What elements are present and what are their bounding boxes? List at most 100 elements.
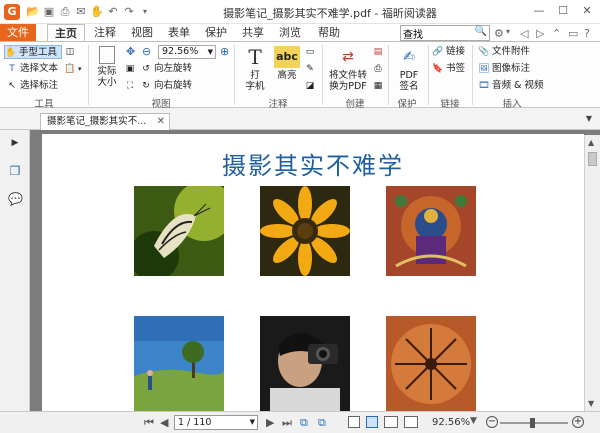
clipboard-pdf-icon[interactable]: ▦ xyxy=(372,79,386,93)
select-text-button[interactable]: T 选择文本 xyxy=(6,62,58,76)
image-annotation-button[interactable]: 🖼 图像标注 xyxy=(478,62,530,76)
convert-to-pdf-button[interactable]: ⇄ 将文件转 换为PDF xyxy=(326,46,370,92)
pan-icon[interactable]: ✥ xyxy=(126,45,135,58)
pencil-icon[interactable]: ✎ xyxy=(304,62,318,76)
hand-tool-button[interactable]: ✋ 手型工具 xyxy=(4,45,62,59)
vertical-scrollbar[interactable]: ▲ ▼ xyxy=(584,135,600,411)
ribbon: ✋ 手型工具 ◫ T 选择文本 📋 ▾ ↖ 选择标注 工具 实际 大小 ✥ ⊖ 92.5… xyxy=(0,41,600,110)
search-icon[interactable]: 🔍 xyxy=(475,26,487,37)
document-tab[interactable]: 摄影笔记_摄影其实不... ✕ xyxy=(40,113,170,130)
document-viewport[interactable]: 摄影其实不难学 xyxy=(30,130,600,411)
last-page-icon[interactable]: ⏭ xyxy=(282,416,292,430)
page-icon xyxy=(99,46,115,64)
fit-page-icon[interactable]: ▣ xyxy=(124,62,138,76)
link-button[interactable]: 🔗 链接 xyxy=(432,45,465,59)
scroll-down-icon[interactable]: ▼ xyxy=(588,399,594,408)
save-icon[interactable]: ▣ xyxy=(42,5,56,19)
customize-quick-access-icon[interactable]: ▾ xyxy=(138,5,152,19)
tab-help[interactable]: 帮助 xyxy=(311,24,347,42)
next-page-icon[interactable]: ▶ xyxy=(266,416,274,429)
facing-pages-icon[interactable] xyxy=(384,416,398,428)
tab-comment[interactable]: 注释 xyxy=(89,24,121,42)
search-box: 🔍 xyxy=(400,25,490,41)
tab-share[interactable]: 共享 xyxy=(237,24,269,42)
rotate-right-button[interactable]: ↻ 向右旋转 xyxy=(140,79,192,93)
help-icon[interactable]: ? xyxy=(584,27,590,40)
typewriter-button[interactable]: T 打 字机 xyxy=(238,46,272,92)
page-number-field[interactable]: 1 / 110 ▼ xyxy=(174,415,258,430)
continuous-facing-icon[interactable] xyxy=(404,416,418,428)
close-button[interactable]: ✕ xyxy=(576,2,598,20)
zoom-slider-handle[interactable] xyxy=(530,418,535,428)
comments-icon[interactable]: 💬 xyxy=(8,192,23,206)
file-convert-icon: ⇄ xyxy=(342,49,354,65)
hand-icon[interactable]: ✋ xyxy=(90,5,104,19)
audio-video-button[interactable]: 🎞 音频 & 视频 xyxy=(478,79,543,93)
expand-panel-icon[interactable]: ▶ xyxy=(8,136,22,150)
search-input[interactable] xyxy=(401,26,473,40)
tab-form[interactable]: 表单 xyxy=(163,24,195,42)
maximize-button[interactable]: ☐ xyxy=(552,2,574,20)
zoom-out-icon[interactable]: ⊖ xyxy=(142,45,151,58)
tab-protect[interactable]: 保护 xyxy=(200,24,232,42)
redo-icon[interactable]: ↷ xyxy=(122,5,136,19)
zoom-dropdown-icon[interactable]: ▼ xyxy=(470,416,477,426)
actual-size-label: 实际 大小 xyxy=(97,66,117,88)
next-view-icon[interactable]: ⧉ xyxy=(318,416,326,430)
scrollbar-thumb[interactable] xyxy=(588,152,597,166)
hide-ribbon-icon[interactable]: ▭ xyxy=(568,27,578,40)
new-pdf-icon[interactable]: ▤ xyxy=(372,45,386,59)
clipboard-button[interactable]: 📋 ▾ xyxy=(64,62,81,76)
chevron-down-icon: ▼ xyxy=(249,418,255,426)
signature-icon: ✍ xyxy=(403,49,415,65)
actual-size-button[interactable]: 实际 大小 xyxy=(90,46,124,88)
select-annotation-button[interactable]: ↖ 选择标注 xyxy=(6,79,58,93)
rotate-left-button[interactable]: ↺ 向左旋转 xyxy=(140,62,192,76)
forward-icon[interactable]: ▷ xyxy=(536,27,544,40)
fit-width-icon[interactable]: ⛶ xyxy=(124,79,138,93)
tab-list-icon[interactable]: ▼ xyxy=(586,114,592,123)
zoom-combo[interactable]: 92.56% ▼ xyxy=(158,45,216,59)
app-logo[interactable]: G xyxy=(4,4,20,20)
tree-landscape-photo xyxy=(134,316,224,411)
tab-browse[interactable]: 浏览 xyxy=(274,24,306,42)
snapshot-icon[interactable]: ◫ xyxy=(64,45,78,59)
zoom-in-icon[interactable]: ⊕ xyxy=(220,45,229,58)
pdf-sign-button[interactable]: ✍ PDF 签名 xyxy=(392,46,426,92)
single-page-icon[interactable] xyxy=(348,416,360,428)
scan-icon[interactable]: ⎙ xyxy=(372,62,386,76)
back-icon[interactable]: ◁ xyxy=(520,27,528,40)
close-tab-icon[interactable]: ✕ xyxy=(157,114,165,129)
tab-home[interactable]: 主页 xyxy=(47,24,85,42)
minimize-button[interactable]: — xyxy=(528,2,550,20)
settings-dropdown-icon[interactable]: ▾ xyxy=(506,27,510,36)
butterfly-photo xyxy=(134,186,224,276)
previous-page-icon[interactable]: ◀ xyxy=(160,416,168,429)
zoom-slider[interactable] xyxy=(500,418,568,428)
document-tab-title: 摄影笔记_摄影其实不... xyxy=(47,116,147,127)
tab-view[interactable]: 视图 xyxy=(126,24,158,42)
file-attachment-button[interactable]: 📎 文件附件 xyxy=(478,45,530,59)
settings-icon[interactable]: ⚙ xyxy=(494,27,504,40)
bookmark-button[interactable]: 🔖 书签 xyxy=(432,62,465,76)
collapse-ribbon-icon[interactable]: ⌃ xyxy=(552,27,561,40)
open-folder-icon[interactable]: 📂 xyxy=(26,5,40,19)
arrow-cursor-icon: ↖ xyxy=(8,80,16,91)
email-icon[interactable]: ✉ xyxy=(74,5,88,19)
zoom-out-icon[interactable]: − xyxy=(486,416,498,428)
first-page-icon[interactable]: ⏮ xyxy=(144,416,154,430)
tab-file[interactable]: 文件 xyxy=(0,24,36,42)
print-icon[interactable]: ⎙ xyxy=(58,5,72,19)
rotate-right-icon: ↻ xyxy=(142,80,150,91)
pages-thumbnail-icon[interactable]: ❐ xyxy=(8,164,22,178)
note-icon[interactable]: ▭ xyxy=(304,45,318,59)
media-icon: 🎞 xyxy=(478,80,490,91)
previous-view-icon[interactable]: ⧉ xyxy=(300,416,308,430)
undo-icon[interactable]: ↶ xyxy=(106,5,120,19)
stamp-icon[interactable]: ◪ xyxy=(304,79,318,93)
highlight-button[interactable]: abc 高亮 xyxy=(270,46,304,81)
zoom-in-icon[interactable]: + xyxy=(572,416,584,428)
continuous-page-icon[interactable] xyxy=(366,416,378,428)
scroll-up-icon[interactable]: ▲ xyxy=(588,138,594,147)
title-bar: G 📂 ▣ ⎙ ✉ ✋ ↶ ↷ ▾ 摄影笔记_摄影其实不难学.pdf - 福昕阅… xyxy=(0,0,600,24)
